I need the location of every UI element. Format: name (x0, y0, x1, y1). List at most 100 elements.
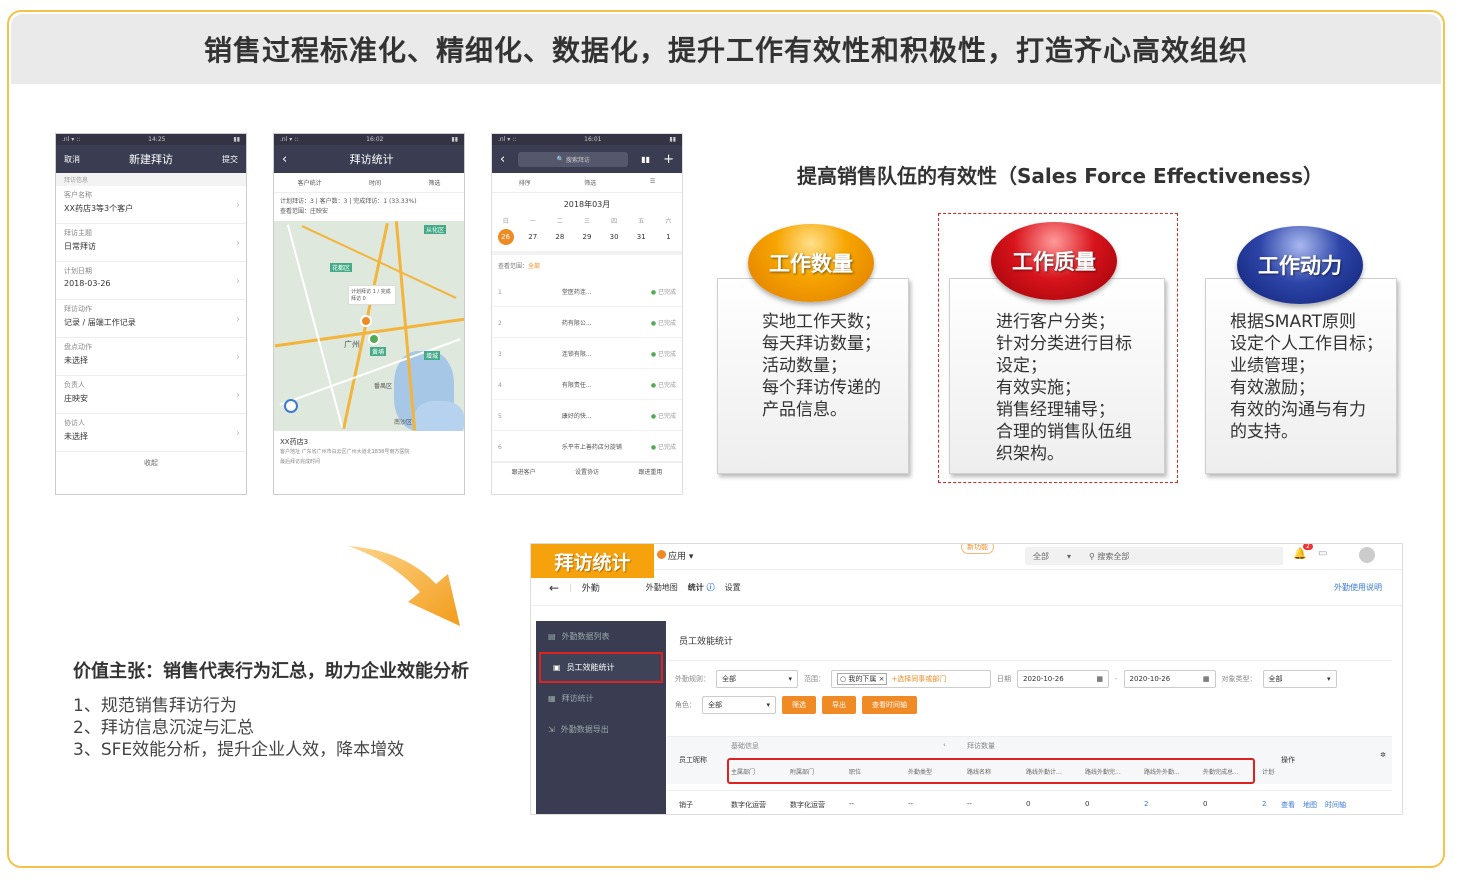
collapse-button[interactable]: 收起 (56, 452, 246, 468)
form-row[interactable]: 客户名称 XX药店3等3个客户 › (56, 186, 246, 224)
form-row[interactable]: 计划日期 2018-03-26 › (56, 262, 246, 300)
locate-icon[interactable] (284, 399, 298, 413)
follow-reuse-button[interactable]: 跟进重用 (638, 467, 662, 476)
scope-line: 查看范围：庄映安 (280, 208, 329, 215)
calendar-day[interactable]: 31 (633, 229, 649, 245)
field-value: 未选择 (64, 432, 88, 441)
form-row[interactable]: 盘点动作 未选择 › (56, 338, 246, 376)
range-select[interactable]: ○ 我的下属 × +选择同事或部门 (831, 670, 991, 688)
set-assist-button[interactable]: 设置协访 (575, 467, 599, 476)
weekday-label: 一 (529, 218, 536, 225)
map-pin-icon[interactable] (368, 333, 380, 345)
timeline-button[interactable]: 查看时间轴 (862, 696, 917, 714)
op-link[interactable]: 地图 (1303, 800, 1317, 810)
sidebar-item-visit-stats[interactable]: ▦ 拜访统计 (536, 683, 666, 714)
list-item[interactable]: 6 乐平市上善药店分旋铺 ● 已完成 (492, 431, 682, 462)
list-item[interactable]: 3 连锁有限... ● 已完成 (492, 338, 682, 369)
tab-map[interactable]: 外勤地图 (646, 582, 678, 593)
filter-button[interactable]: 筛选 (584, 178, 596, 187)
role-select[interactable]: 全部 ▾ (702, 696, 776, 714)
form-row[interactable]: 拜访主题 日常拜访 › (56, 224, 246, 262)
item-text: 药有限公... (561, 319, 592, 327)
orb-work-quality: 工作质量 (991, 222, 1117, 300)
form-row[interactable]: 负责人 庄映安 › (56, 376, 246, 414)
form-row[interactable]: 协访人 未选择 › (56, 414, 246, 452)
calendar-day[interactable]: 1 (660, 229, 676, 245)
date-from-input[interactable]: 2020-10-26 ▦ (1017, 670, 1109, 688)
card-line: 根据SMART原则 (1230, 312, 1357, 332)
form-row[interactable]: 拜访动作 记录 / 届端工作记录 › (56, 300, 246, 338)
cancel-button[interactable]: 取消 (64, 154, 80, 165)
filter-button[interactable]: 筛选 (782, 696, 816, 714)
item-name: 5 康好的快... (498, 411, 592, 420)
sidebar-item-efficiency[interactable]: ▣ 员工效能统计 (539, 652, 663, 683)
section-header: 拜访信息 (56, 173, 246, 186)
settings-gear-icon[interactable]: ✲ (1380, 751, 1386, 759)
list-item[interactable]: 2 药有限公... ● 已完成 (492, 307, 682, 338)
calendar-day[interactable]: 30 (606, 229, 622, 245)
field-label: 负责人 (64, 381, 85, 389)
help-link[interactable]: 外勤使用说明 (1334, 582, 1382, 593)
follow-customer-button[interactable]: 跟进客户 (512, 467, 536, 476)
card-line: 的支持。 (1230, 422, 1298, 442)
sidebar-item-data-list[interactable]: ▤ 外勤数据列表 (536, 621, 666, 652)
chart-icon[interactable]: ▮▮ (641, 155, 650, 164)
op-link[interactable]: 时间轴 (1325, 800, 1346, 810)
item-name: 4 有限责任... (498, 380, 592, 389)
sort-button[interactable]: 排序 (519, 178, 531, 187)
message-icon[interactable]: ▭ (1318, 548, 1327, 559)
weekday-label: 二 (556, 218, 563, 225)
sidebar-item-export[interactable]: ⇲ 外勤数据导出 (536, 714, 666, 745)
op-link[interactable]: 查看 (1281, 800, 1295, 810)
back-icon[interactable]: ‹ (282, 152, 287, 167)
apps-menu[interactable]: 应用 ▾ (668, 549, 693, 562)
date-to-input[interactable]: 2020-10-26 ▦ (1123, 670, 1216, 688)
module-title: 外勤 (581, 584, 600, 594)
list-item[interactable]: 4 有限责任... ● 已完成 (492, 369, 682, 400)
column-header[interactable]: 计划 (1262, 767, 1274, 776)
card-line: 针对分类进行目标 (996, 334, 1132, 354)
tab-stats[interactable]: 统计 ⓘ (688, 582, 715, 593)
table-cell: -- (967, 800, 973, 808)
calendar-day[interactable]: 26 (497, 229, 514, 245)
card-work-motivation: 根据SMART原则 设定个人工作目标； 业绩管理； 有效激励； 有效的沟通与有力 的支持。 (1205, 278, 1397, 474)
calendar-day[interactable]: 28 (552, 229, 568, 245)
tab-filter[interactable]: 筛选 (428, 178, 440, 187)
item-name: 3 连锁有限... (498, 349, 592, 358)
list-item[interactable]: 5 康好的快... ● 已完成 (492, 400, 682, 431)
app-topbar: 应用 ▾ 新功能 全部 ▾ ⚲ 搜索全部 🔔 2 ▭ (531, 544, 1402, 570)
weekday-label: 三 (583, 218, 590, 225)
export-button[interactable]: 导出 (822, 696, 856, 714)
object-type-select[interactable]: 全部 ▾ (1262, 670, 1337, 688)
search-bar[interactable]: 全部 ▾ ⚲ 搜索全部 (1025, 547, 1283, 565)
table-cell: -- (849, 800, 855, 808)
calendar-day[interactable]: 27 (525, 229, 541, 245)
table-row[interactable]: 销子 数字化运营 数字化运营 -- -- -- 0 0 2 0 2 查看 地图 时间轴 (667, 790, 1392, 814)
add-icon[interactable]: + (663, 152, 674, 167)
map-pin-icon[interactable] (360, 315, 372, 327)
search-input[interactable]: 🔍 搜索拜访 (518, 151, 629, 167)
submit-button[interactable]: 提交 (222, 154, 238, 165)
item-name: 2 药有限公... (498, 318, 592, 327)
chevron-right-icon: › (236, 276, 240, 287)
back-icon[interactable]: ← (549, 581, 559, 595)
tab-time[interactable]: 时间 (369, 178, 381, 187)
list-icon[interactable]: ☰ (650, 178, 655, 187)
tab-settings[interactable]: 设置 (725, 582, 741, 593)
new-feature-pill[interactable]: 新功能 (961, 544, 994, 554)
calendar-day[interactable]: 29 (579, 229, 595, 245)
map-view[interactable]: 从化区 花都区 广州 增城 黄埔 番禺区 南沙区 计划拜访 1 / 完成拜访 0 (274, 221, 464, 431)
nav-bar: ‹ 🔍 搜索拜访 ▮▮ + (492, 145, 682, 173)
item-index: 4 (498, 381, 502, 389)
value-item: 1、规范销售拜访行为 (73, 696, 237, 716)
item-text: 堂医药连... (561, 288, 592, 296)
value-title: 价值主张：销售代表行为汇总，助力企业效能分析 (73, 661, 469, 682)
status-badge: ● 已完成 (650, 350, 676, 358)
list-item[interactable]: 1 堂医药连... ● 已完成 (492, 276, 682, 307)
weekday-label: 五 (638, 218, 645, 225)
tab-customer[interactable]: 客户统计 (298, 178, 322, 187)
item-index: 6 (498, 443, 502, 451)
avatar[interactable] (1359, 547, 1375, 563)
back-icon[interactable]: ‹ (500, 152, 505, 167)
rule-select[interactable]: 全部 ▾ (716, 670, 798, 688)
